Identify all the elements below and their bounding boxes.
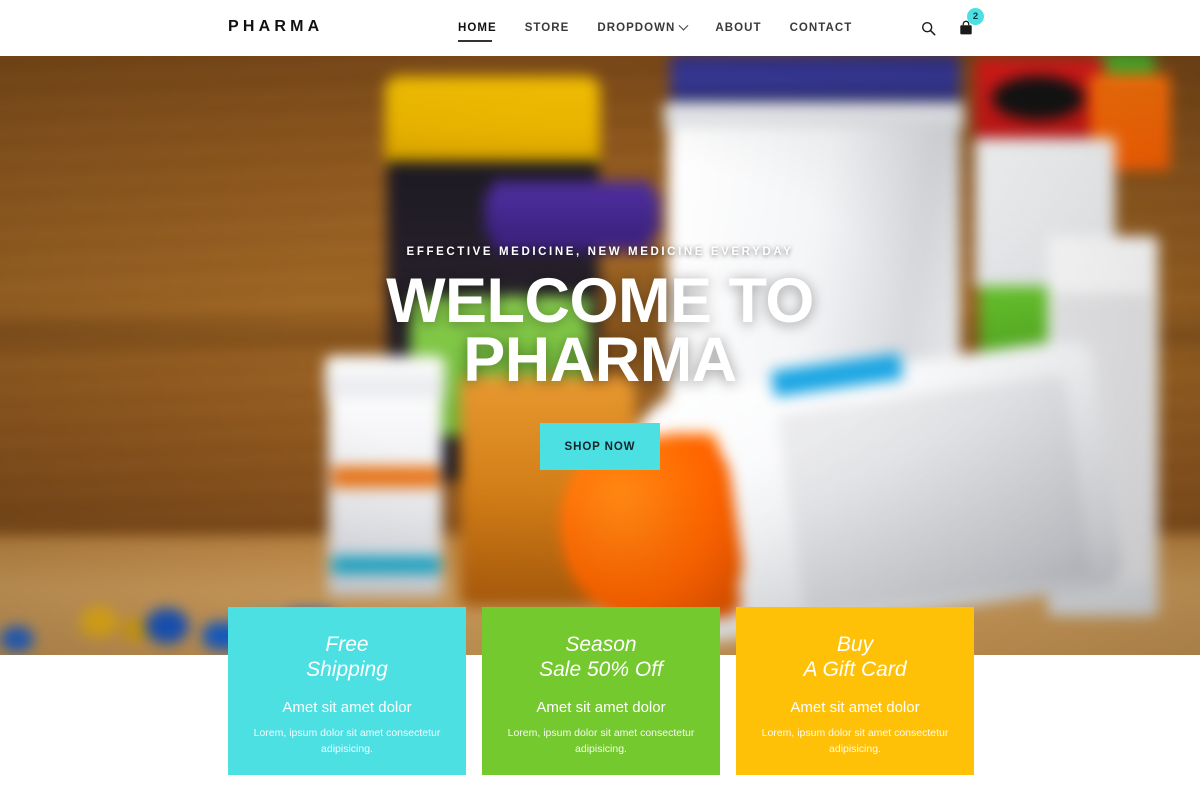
header-actions: 2	[921, 0, 984, 56]
search-icon	[921, 21, 936, 35]
card-subtitle: Amet sit amet dolor	[536, 698, 666, 716]
hero-headline-line1: WELCOME TO	[386, 266, 814, 336]
feature-card-season-sale[interactable]: Season Sale 50% Off Amet sit amet dolor …	[482, 607, 720, 775]
hero-content: EFFECTIVE MEDICINE, NEW MEDICINE EVERYDA…	[0, 56, 1200, 655]
active-nav-underline	[458, 39, 492, 42]
chevron-down-icon	[678, 20, 689, 31]
nav-item-store-label: STORE	[524, 22, 570, 34]
nav-item-contact-label: CONTACT	[789, 22, 853, 34]
card-title-line1: Buy	[836, 633, 874, 656]
search-button[interactable]	[921, 21, 936, 36]
card-body: Lorem, ipsum dolor sit amet consectetur …	[253, 726, 441, 755]
hero-headline: WELCOME TO PHARMA	[386, 266, 814, 395]
hero-headline-line2: PHARMA	[463, 324, 737, 395]
shop-now-button[interactable]: SHOP NOW	[540, 423, 660, 471]
site-logo[interactable]: PHARMA	[228, 18, 323, 36]
card-subtitle: Amet sit amet dolor	[790, 698, 920, 716]
card-title-line2: A Gift Card	[803, 657, 907, 681]
main-navigation: HOME STORE DROPDOWN ABOUT CONTACT	[458, 0, 866, 56]
nav-item-about[interactable]: ABOUT	[701, 0, 775, 56]
card-body: Lorem, ipsum dolor sit amet consectetur …	[507, 726, 695, 755]
nav-item-about-label: ABOUT	[715, 22, 762, 34]
hero-kicker: EFFECTIVE MEDICINE, NEW MEDICINE EVERYDA…	[406, 246, 794, 258]
nav-item-dropdown[interactable]: DROPDOWN	[583, 0, 701, 56]
nav-item-home[interactable]: HOME	[458, 0, 511, 56]
nav-item-home-label: HOME	[458, 22, 497, 34]
feature-cards: Free Shipping Amet sit amet dolor Lorem,…	[228, 607, 976, 775]
feature-card-free-shipping[interactable]: Free Shipping Amet sit amet dolor Lorem,…	[228, 607, 466, 775]
card-title-line1: Season	[565, 633, 637, 656]
cart-button[interactable]: 2	[958, 8, 984, 36]
card-title: Free Shipping	[244, 633, 450, 683]
card-title-line2: Sale 50% Off	[539, 657, 663, 681]
card-title-line1: Free	[325, 633, 369, 656]
card-title-line2: Shipping	[306, 657, 388, 681]
card-body: Lorem, ipsum dolor sit amet consectetur …	[761, 726, 949, 755]
nav-item-dropdown-label: DROPDOWN	[597, 22, 676, 34]
nav-item-store[interactable]: STORE	[511, 0, 584, 56]
site-header: PHARMA HOME STORE DROPDOWN ABOUT CONTACT	[0, 0, 1200, 56]
hero-section: EFFECTIVE MEDICINE, NEW MEDICINE EVERYDA…	[0, 56, 1200, 655]
card-subtitle: Amet sit amet dolor	[282, 698, 412, 716]
cart-count-badge: 2	[967, 8, 984, 25]
feature-card-gift-card[interactable]: Buy A Gift Card Amet sit amet dolor Lore…	[736, 607, 974, 775]
card-title: Buy A Gift Card	[752, 633, 958, 683]
nav-item-contact[interactable]: CONTACT	[776, 0, 867, 56]
card-title: Season Sale 50% Off	[498, 633, 704, 683]
